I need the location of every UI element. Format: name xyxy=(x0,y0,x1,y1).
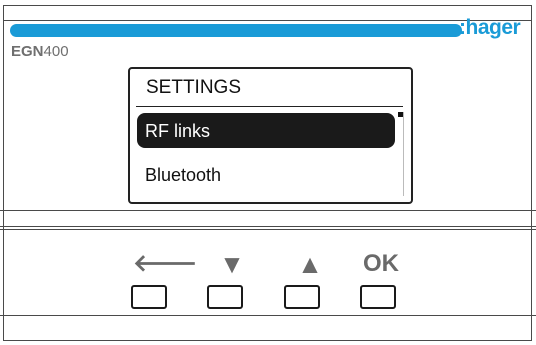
down-button[interactable] xyxy=(207,285,243,309)
back-arrow-icon: 🡐 xyxy=(133,250,198,277)
menu-item-label: RF links xyxy=(145,121,211,141)
menu-item-rf-links[interactable]: RF links xyxy=(137,113,395,148)
scroll-track xyxy=(403,112,404,196)
top-divider xyxy=(4,20,531,21)
title-divider xyxy=(136,106,403,107)
model-number: 400 xyxy=(43,43,69,60)
ok-button[interactable] xyxy=(360,285,396,309)
panel-divider xyxy=(0,226,536,227)
scroll-indicator xyxy=(398,112,403,117)
panel-divider xyxy=(0,210,536,211)
panel-divider xyxy=(0,229,536,230)
model-prefix: EGN xyxy=(11,43,44,60)
screen-title: SETTINGS xyxy=(146,77,242,98)
up-button[interactable] xyxy=(284,285,320,309)
up-arrow-icon: ▲ xyxy=(297,249,323,279)
down-arrow-icon: ▼ xyxy=(219,249,245,279)
panel-divider xyxy=(0,315,536,316)
back-button[interactable] xyxy=(131,285,167,309)
brand-logo: :hager xyxy=(459,16,521,39)
ok-label: OK xyxy=(363,250,399,277)
menu-item-bluetooth[interactable]: Bluetooth xyxy=(145,164,221,186)
model-label: EGN400 xyxy=(11,43,69,61)
brand-bar xyxy=(10,24,462,37)
